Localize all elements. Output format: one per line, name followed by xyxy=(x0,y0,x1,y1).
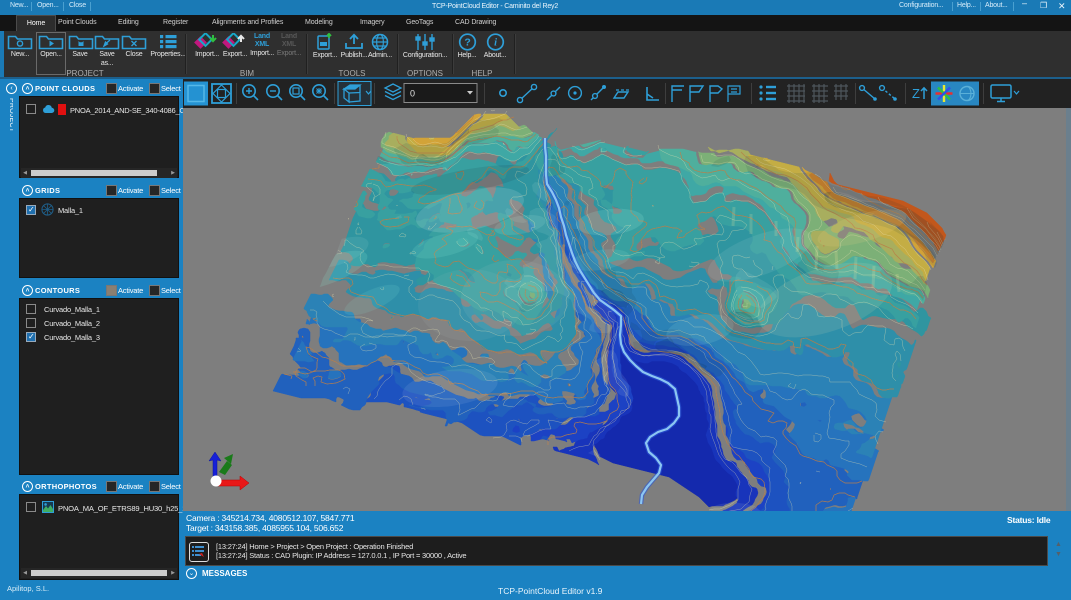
svg-text:0: 0 xyxy=(410,89,415,99)
svg-text:PROJECT: PROJECT xyxy=(8,98,13,133)
svg-text:Z: Z xyxy=(912,86,920,101)
svg-text:i: i xyxy=(494,38,497,49)
svg-text:?: ? xyxy=(464,37,470,49)
